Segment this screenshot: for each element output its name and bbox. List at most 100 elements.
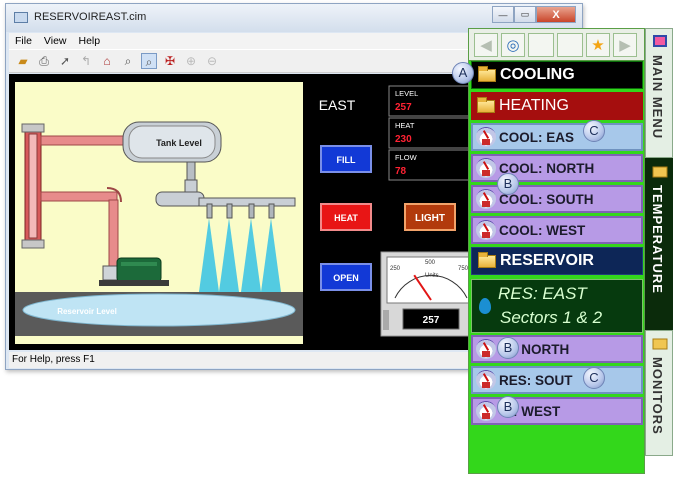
item-cool-south[interactable]: COOL: SOUTH (471, 185, 643, 213)
zoom-in-icon[interactable]: ⊕ (183, 53, 199, 69)
hot-pipe-bottom (40, 191, 118, 202)
tab-label: TEMPERATURE (650, 185, 665, 294)
svg-text:LEVEL: LEVEL (395, 89, 418, 98)
analog-gauge: 250 500 750 Units 257 (380, 251, 482, 337)
tab-monitors[interactable]: MONITORS (645, 330, 673, 456)
window-title: RESERVOIREAST.cim (34, 11, 147, 23)
svg-text:FILL: FILL (337, 155, 356, 165)
spray-manifold (198, 197, 296, 207)
svg-text:OPEN: OPEN (333, 273, 359, 283)
back-arrow-icon[interactable]: ↰ (78, 53, 94, 69)
app-icon (14, 12, 28, 23)
forward-arrow-icon[interactable]: ▶ (613, 32, 637, 57)
folder-icon (477, 96, 495, 113)
callout-badge-b: B (497, 396, 519, 418)
callout-badge-b: B (497, 337, 519, 359)
selected-item-subtitle: Sectors 1 & 2 (500, 308, 603, 327)
category-cooling[interactable]: COOLING (471, 61, 643, 89)
svg-text:FLOW: FLOW (395, 153, 418, 162)
maximize-button[interactable]: ▭ (514, 6, 536, 23)
category-heating[interactable]: HEATING (471, 92, 643, 120)
svg-text:LIGHT: LIGHT (415, 213, 445, 224)
zoom-fit-icon[interactable]: ✠ (162, 53, 178, 69)
folder-icon (652, 166, 668, 178)
item-label: COOL: SOUTH (499, 191, 594, 207)
home-icon[interactable]: ⌂ (99, 53, 115, 69)
callout-badge-c: C (583, 120, 605, 142)
heat-readout: HEAT 230 (388, 117, 476, 149)
tab-label: MAIN MENU (650, 55, 665, 140)
item-label: : NORTH (513, 341, 570, 357)
star-icon[interactable]: ★ (586, 32, 610, 57)
print-icon[interactable]: ⎙ (36, 53, 52, 69)
zoom-out-icon[interactable]: ⊖ (204, 53, 220, 69)
menu-file[interactable]: File (9, 35, 38, 47)
folder-icon (652, 338, 668, 350)
item-label: RES: SOUT (499, 372, 573, 388)
gauge-icon (476, 127, 496, 147)
toolbar-spacer (557, 32, 583, 57)
gauge-icon (476, 189, 496, 209)
svg-text:230: 230 (395, 134, 412, 145)
tab-label: MONITORS (650, 357, 665, 435)
item-res-east-selected[interactable]: RES: EAST Sectors 1 & 2 (471, 279, 643, 333)
gauge-icon (476, 370, 496, 390)
svg-text:257: 257 (423, 315, 440, 326)
tank-level-label: Tank Level (156, 138, 202, 148)
panel-toolbar: ◀ ◎ ★ ▶ (469, 29, 644, 61)
svg-text:500: 500 (425, 260, 436, 266)
item-label: COOL: NORTH (499, 160, 595, 176)
minimize-button[interactable]: — (492, 6, 514, 23)
heat-button[interactable]: HEAT (320, 203, 372, 231)
item-label: COOL: WEST (499, 222, 586, 238)
callout-badge-a: A (452, 62, 474, 84)
callout-badge-b: B (497, 173, 519, 195)
light-button[interactable]: LIGHT (404, 203, 456, 231)
area-heading: EAST (319, 97, 356, 113)
level-readout: LEVEL 257 (388, 85, 476, 117)
svg-text:257: 257 (395, 102, 412, 113)
open-folder-icon[interactable]: ▰ (15, 53, 31, 69)
reservoir-level-label: Reservoir Level (57, 307, 117, 316)
gauge-icon (476, 339, 496, 359)
close-button[interactable]: X (536, 6, 576, 23)
category-label: COOLING (500, 66, 575, 83)
tab-main-menu[interactable]: MAIN MENU (645, 28, 673, 158)
menu-help[interactable]: Help (73, 35, 107, 47)
pump-motor (116, 257, 162, 283)
zoom-box-icon[interactable]: ⌕ (141, 53, 157, 69)
fill-button[interactable]: FILL (320, 145, 372, 173)
svg-text:HEAT: HEAT (395, 121, 415, 130)
gauge-icon (476, 401, 496, 421)
svg-text:250: 250 (390, 266, 401, 272)
callout-badge-c: C (583, 367, 605, 389)
toolbar-spacer (528, 32, 554, 57)
item-res-south[interactable]: RES: SOUT (471, 366, 643, 394)
water-drop-icon (479, 298, 491, 314)
gauge-icon (476, 220, 496, 240)
zoom-icon[interactable]: ⌕ (120, 53, 136, 69)
globe-icon[interactable]: ◎ (501, 32, 525, 57)
hot-pipe-top (40, 135, 126, 146)
svg-text:HEAT: HEAT (334, 213, 358, 223)
svg-text:Units: Units (425, 273, 439, 279)
folder-icon (478, 65, 496, 82)
category-label: RESERVOIR (500, 252, 594, 269)
back-arrow-icon[interactable]: ◀ (474, 32, 498, 57)
manifold-valve (155, 191, 205, 207)
help-pointer-icon[interactable]: ➚ (57, 53, 73, 69)
open-button[interactable]: OPEN (320, 263, 372, 291)
gauge-icon (476, 158, 496, 178)
item-label: : WEST (513, 403, 561, 419)
item-cool-east[interactable]: COOL: EAS (471, 123, 643, 151)
menu-view[interactable]: View (38, 35, 73, 47)
item-cool-north[interactable]: COOL: NORTH (471, 154, 643, 182)
tab-temperature[interactable]: TEMPERATURE (645, 158, 673, 330)
category-label: HEATING (499, 97, 569, 114)
folder-icon (478, 251, 496, 268)
main-menu-icon (653, 35, 667, 47)
item-cool-west[interactable]: COOL: WEST (471, 216, 643, 244)
item-label: COOL: EAS (499, 129, 575, 145)
navigation-panel: ◀ ◎ ★ ▶ COOLING HEATING COOL: EAS COOL: … (468, 28, 645, 474)
category-reservoir[interactable]: RESERVOIR (471, 247, 643, 275)
